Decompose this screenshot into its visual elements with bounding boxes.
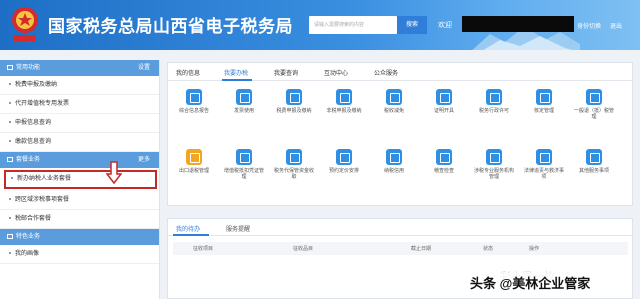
column-header: 征收项目 [193, 246, 214, 252]
service-non-tax-filing[interactable]: 非税申报及缴纳 [324, 89, 364, 114]
sidebar-item-new-taxpayer-package[interactable]: 新办纳税人业务套餐 [4, 170, 157, 189]
site-title: 国家税务总局山西省电子税务局 [48, 17, 293, 36]
certificate-icon [436, 89, 452, 105]
service-legal-remedy[interactable]: 法律追责与救济事项 [524, 149, 564, 180]
refund-icon [586, 89, 602, 105]
tab-interaction[interactable]: 互动中心 [324, 68, 348, 77]
service-professional-agency[interactable]: 涉税专业服务机构管理 [474, 149, 514, 180]
voucher-icon [236, 149, 252, 165]
search-button[interactable]: 搜索 [397, 16, 427, 34]
bullet-icon [9, 140, 11, 142]
service-vat-voucher[interactable]: 增值税抵扣凭证管理 [224, 149, 264, 180]
tab-service-reminder[interactable]: 服务提醒 [226, 224, 250, 233]
sidebar: 常用功能 设置 税费申报及缴纳 代开增值税专用发票 申报信息查询 缴款信息查询 … [0, 60, 160, 299]
column-header: 征收品目 [293, 246, 314, 252]
bullet-icon [9, 83, 11, 85]
service-pricing-arrangement[interactable]: 预约定价安排 [324, 149, 364, 174]
settings-link[interactable]: 设置 [138, 60, 150, 76]
red-down-arrow-icon [106, 161, 122, 185]
credit-overlay: 头条 @美林企业管家 [468, 273, 593, 292]
package-business-header: 套餐业务 更多 [0, 152, 159, 168]
star-icon [7, 234, 13, 239]
bullet-icon [11, 177, 13, 179]
legal-icon [536, 149, 552, 165]
service-tax-reduction[interactable]: 税收减免 [374, 89, 414, 114]
sidebar-item-declaration-query[interactable]: 申报信息查询 [0, 114, 159, 133]
tab-query[interactable]: 我要查询 [274, 68, 298, 77]
todo-tabs: 我的待办 服务提醒 [168, 219, 632, 236]
service-assessment[interactable]: 核定管理 [524, 89, 564, 114]
export-icon [186, 149, 202, 165]
active-tab-indicator [222, 79, 252, 81]
service-custody-funds[interactable]: 税务代保管资金收取 [274, 149, 314, 180]
inspection-icon [436, 149, 452, 165]
bullet-icon [9, 198, 11, 200]
sidebar-item-payment-query[interactable]: 缴款信息查询 [0, 133, 159, 152]
column-header: 截止日期 [411, 246, 432, 252]
service-refund[interactable]: 一般退（抵）税管理 [574, 89, 614, 120]
service-tax-filing[interactable]: 税费申报及缴纳 [274, 89, 314, 114]
license-icon [486, 89, 502, 105]
more-link[interactable]: 更多 [138, 152, 150, 168]
bullet-icon [9, 121, 11, 123]
wallet-icon [286, 89, 302, 105]
service-admin-license[interactable]: 税务行政许可 [474, 89, 514, 114]
tab-tax-handling[interactable]: 我要办税 [224, 68, 248, 77]
sidebar-item-cross-region-package[interactable]: 跨区域涉税事项套餐 [0, 191, 159, 210]
tab-public-service[interactable]: 公众服务 [374, 68, 398, 77]
column-header: 状态 [483, 246, 494, 252]
calendar-icon [336, 149, 352, 165]
special-business-header: 特色业务 [0, 229, 159, 245]
invoice-icon [236, 89, 252, 105]
service-other[interactable]: 其他服务事项 [574, 149, 614, 174]
tax-bureau-emblem-icon [12, 7, 38, 41]
service-comprehensive-report[interactable]: 综合信息报告 [174, 89, 214, 114]
list-icon [7, 65, 13, 70]
search-input[interactable]: 请输入需要搜索的内容 [309, 16, 397, 34]
credit-icon [386, 149, 402, 165]
todo-table-header: 征收项目 征收品目 截止日期 状态 操作 [173, 242, 628, 255]
active-todo-tab-indicator [173, 234, 209, 236]
identity-switch-link[interactable]: 身份切换 [577, 21, 601, 30]
logout-link[interactable]: 退出 [610, 21, 622, 30]
welcome-text: 欢迎 [438, 22, 452, 29]
bullet-icon [9, 102, 11, 104]
service-invoice-use[interactable]: 发票使用 [224, 89, 264, 114]
tab-my-todo[interactable]: 我的待办 [176, 224, 200, 233]
site-header: 国家税务总局山西省电子税务局 请输入需要搜索的内容 搜索 欢迎 身份切换 退出 [0, 0, 640, 50]
service-inspection[interactable]: 稽查检查 [424, 149, 464, 174]
sidebar-item-my-profile[interactable]: 我的画像 [0, 245, 159, 264]
redacted-username [462, 16, 574, 32]
column-header: 操作 [529, 246, 540, 252]
service-export-refund[interactable]: 出口退税管理 [174, 149, 214, 174]
sidebar-item-vat-invoice[interactable]: 代开增值税专用发票 [0, 95, 159, 114]
report-icon [186, 89, 202, 105]
bullet-icon [9, 252, 11, 254]
document-icon [336, 89, 352, 105]
safe-icon [286, 149, 302, 165]
bullet-icon [9, 217, 11, 219]
main-panel: 我的信息 我要办税 我要查询 互动中心 公众服务 综合信息报告 发票使用 税费申… [167, 62, 633, 206]
check-icon [536, 89, 552, 105]
main-tabs: 我的信息 我要办税 我要查询 互动中心 公众服务 [168, 63, 632, 81]
package-icon [7, 157, 13, 162]
tab-my-info[interactable]: 我的信息 [176, 68, 200, 77]
agency-icon [486, 149, 502, 165]
sidebar-item-tax-filing[interactable]: 税费申报及缴纳 [0, 76, 159, 95]
sidebar-item-postal-package[interactable]: 税邮合作套餐 [0, 210, 159, 229]
common-functions-header: 常用功能 设置 [0, 60, 159, 76]
service-certificate[interactable]: 证明开具 [424, 89, 464, 114]
grid-icon [586, 149, 602, 165]
service-tax-credit[interactable]: 纳税信用 [374, 149, 414, 174]
reduction-icon [386, 89, 402, 105]
